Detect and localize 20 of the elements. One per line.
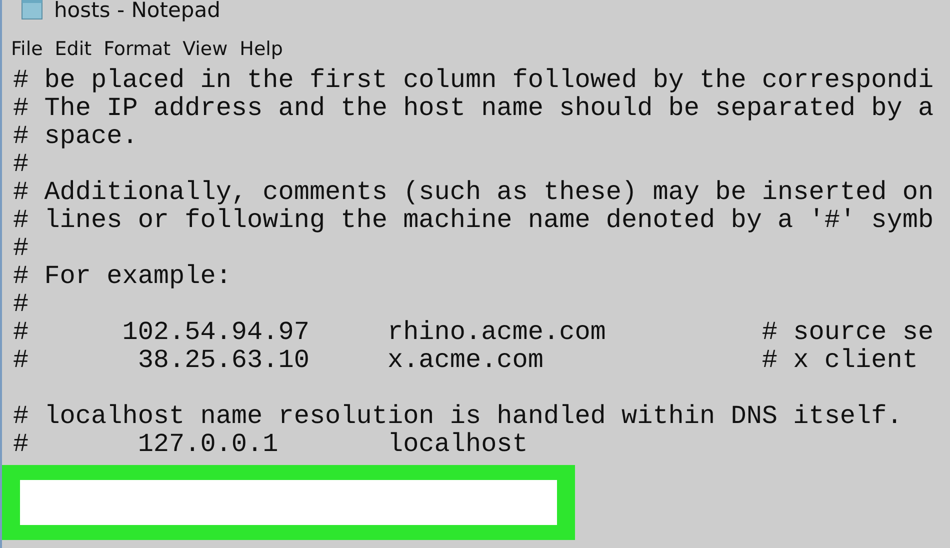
text-line: # be placed in the first column followed by the correspondi [13, 66, 934, 94]
text-line: # [13, 290, 29, 318]
text-line: # Additionally, comments (such as these) may be inserted on [13, 178, 934, 206]
text-line: # space. [13, 122, 138, 150]
menu-item[interactable]: View [182, 36, 228, 62]
text-line: # localhost name resolution is handled within DNS itself. [13, 402, 902, 430]
menu-item[interactable]: Help [240, 36, 283, 62]
menu-item[interactable]: Edit [54, 36, 92, 62]
text-line: # lines or following the machine name denoted by a '#' symb [13, 206, 934, 234]
text-line: # 102.54.94.97 rhino.acme.com # source se [13, 318, 934, 346]
text-line: # The IP address and the host name should be separated by a [13, 94, 934, 122]
menu-item[interactable]: Format [104, 36, 171, 62]
text-line: # For example: [13, 262, 232, 290]
text-line: # 127.0.0.1 localhost [13, 430, 528, 458]
notepad-icon [20, 0, 44, 20]
text-line: # [13, 234, 29, 262]
window-title: hosts - Notepad [54, 0, 220, 21]
text-line: # 38.25.63.10 x.acme.com # x client [13, 346, 918, 374]
menu-item[interactable]: File [11, 36, 43, 62]
text-line: # [13, 150, 29, 178]
